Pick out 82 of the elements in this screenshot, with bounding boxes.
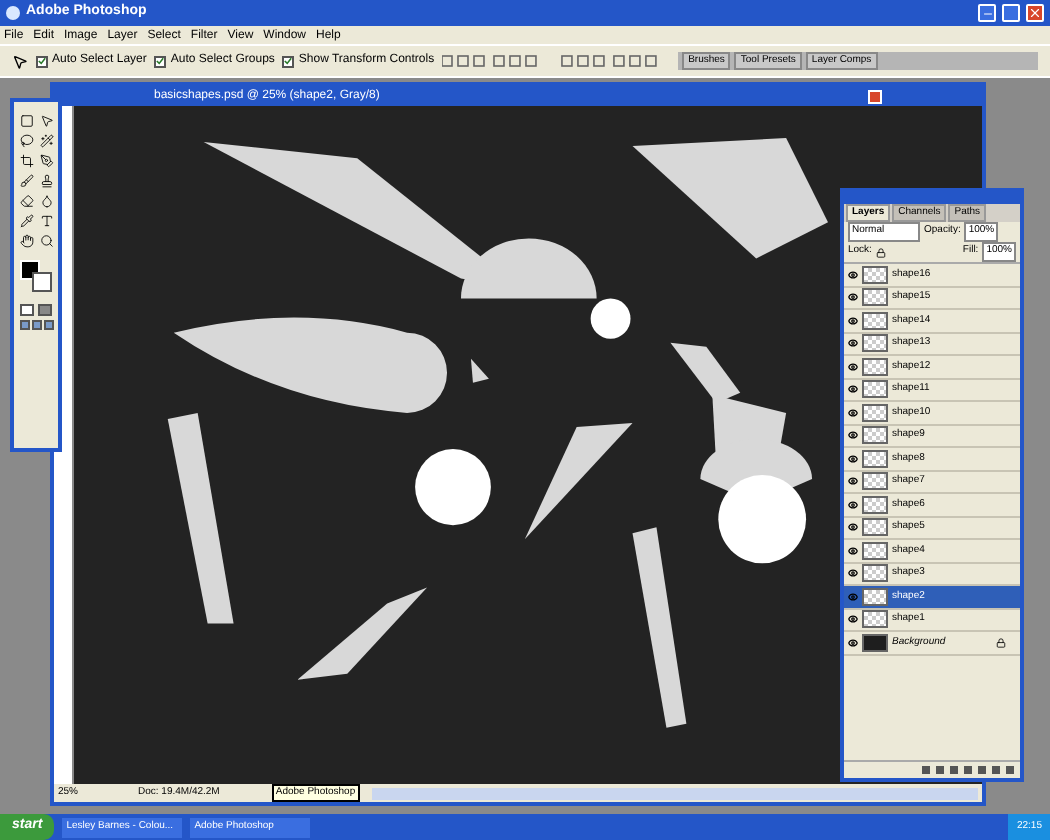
tool-icon[interactable] [19, 134, 33, 148]
checkbox[interactable] [282, 55, 295, 67]
tool-icon[interactable] [39, 194, 53, 208]
layer-thumbnail [862, 633, 888, 652]
close-button[interactable] [1026, 4, 1044, 22]
layer-thumbnail [862, 541, 888, 560]
layer-thumbnail [862, 311, 888, 330]
eye-icon [847, 361, 857, 372]
eye-icon [847, 568, 857, 579]
visibility-toggle[interactable] [846, 545, 858, 556]
checkbox[interactable] [154, 55, 167, 67]
layer-thumbnail [862, 564, 888, 583]
visibility-toggle[interactable] [846, 499, 858, 510]
visibility-toggle[interactable] [846, 361, 858, 372]
eye-icon [847, 338, 857, 349]
color-swatches[interactable] [20, 260, 52, 292]
eye-icon [847, 292, 857, 303]
visibility-toggle[interactable] [846, 315, 858, 326]
layer-thumbnail [862, 288, 888, 307]
visibility-toggle[interactable] [846, 637, 858, 648]
move-tool-icon[interactable] [12, 53, 28, 69]
eye-icon [847, 545, 857, 556]
app-icon [6, 6, 20, 20]
check-icon [38, 56, 46, 66]
layer-thumbnail [862, 357, 888, 376]
eye-icon [847, 614, 857, 625]
layer-thumbnail [862, 380, 888, 399]
layer-thumbnail [862, 265, 888, 284]
check-icon [156, 56, 165, 66]
layer-thumbnail [862, 403, 888, 422]
visibility-toggle[interactable] [846, 384, 858, 395]
checkbox[interactable] [36, 55, 48, 67]
eye-icon [847, 637, 857, 648]
align-icons-drawing[interactable] [442, 54, 663, 68]
eye-icon [847, 522, 857, 533]
eye-icon [847, 453, 857, 464]
tool-icon[interactable] [39, 154, 53, 168]
horizontal-scrollbar[interactable] [371, 787, 978, 799]
visibility-toggle[interactable] [846, 407, 858, 418]
eye-icon [847, 269, 857, 280]
close-icon [1028, 6, 1042, 20]
tool-icon[interactable] [39, 134, 53, 148]
tool-icon[interactable] [39, 234, 53, 248]
visibility-toggle[interactable] [846, 269, 858, 280]
tool-icon[interactable] [19, 234, 33, 248]
eye-icon [847, 591, 857, 602]
layer-thumbnail [862, 426, 888, 445]
visibility-toggle[interactable] [846, 591, 858, 602]
check-icon [284, 56, 293, 66]
eye-icon [847, 407, 857, 418]
layer-thumbnail [862, 587, 888, 606]
close-button[interactable] [868, 89, 882, 103]
visibility-toggle[interactable] [846, 614, 858, 625]
panel-footer-drawing[interactable] [844, 760, 1020, 778]
visibility-toggle[interactable] [846, 568, 858, 579]
lock-icon[interactable] [875, 247, 886, 257]
layer-thumbnail [862, 449, 888, 468]
maximize-button[interactable] [1002, 4, 1020, 22]
eye-icon [847, 384, 857, 395]
visibility-toggle[interactable] [846, 430, 858, 441]
tool-icon[interactable] [19, 194, 33, 208]
layer-thumbnail [862, 495, 888, 514]
layer-thumbnail [862, 518, 888, 537]
visibility-toggle[interactable] [846, 453, 858, 464]
layer-thumbnail [862, 472, 888, 491]
visibility-toggle[interactable] [846, 522, 858, 533]
minimize-button[interactable] [978, 4, 996, 22]
eye-icon [847, 499, 857, 510]
layer-thumbnail [862, 610, 888, 629]
visibility-toggle[interactable] [846, 292, 858, 303]
eye-icon [847, 430, 857, 441]
minimize-icon [981, 8, 993, 20]
tool-icon[interactable] [39, 174, 53, 188]
tool-icon[interactable] [19, 214, 33, 228]
visibility-toggle[interactable] [846, 476, 858, 487]
tool-icon[interactable] [19, 174, 33, 188]
layer-thumbnail [862, 334, 888, 353]
tool-icon[interactable] [19, 154, 33, 168]
visibility-toggle[interactable] [846, 338, 858, 349]
eye-icon [847, 315, 857, 326]
eye-icon [847, 476, 857, 487]
tool-icon[interactable] [39, 214, 53, 228]
